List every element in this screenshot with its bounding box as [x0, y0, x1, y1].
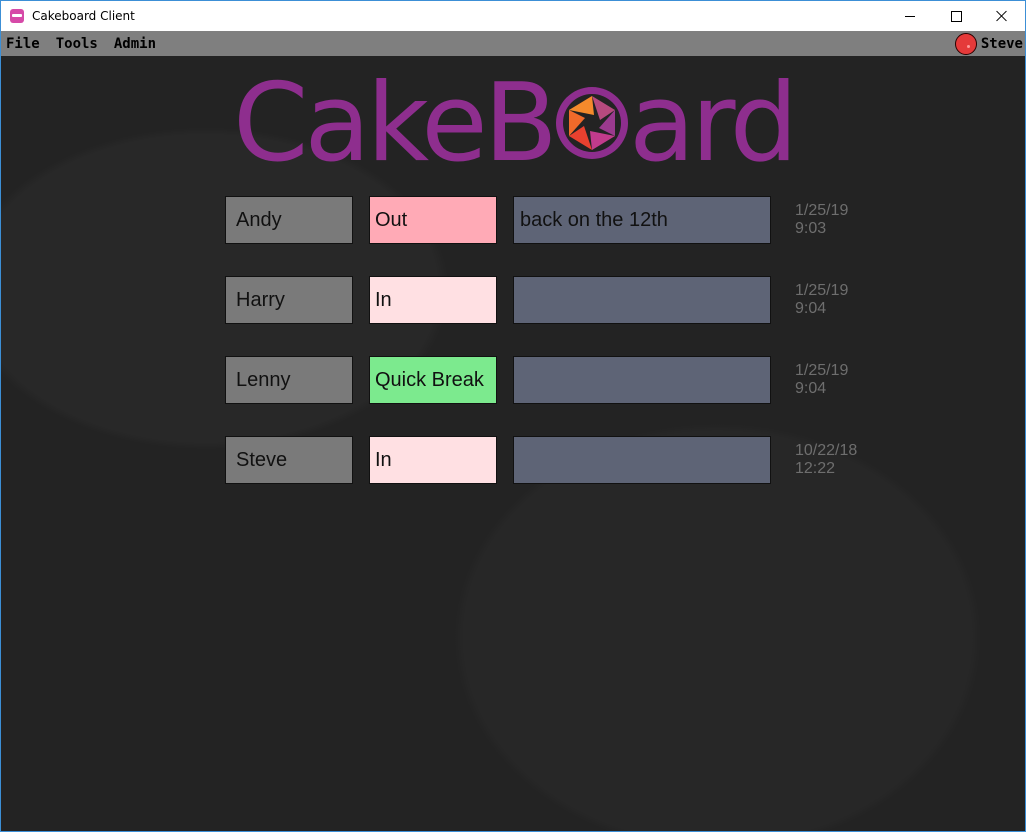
menu-tools[interactable]: Tools	[56, 36, 98, 52]
window-title: Cakeboard Client	[32, 9, 135, 23]
minimize-button[interactable]	[887, 1, 933, 31]
title-bar: Cakeboard Client	[1, 1, 1025, 31]
user-name: Steve	[980, 35, 1023, 52]
menu-admin[interactable]: Admin	[114, 36, 156, 52]
menu-bar: File Tools Admin Steve	[1, 31, 1025, 56]
timestamp: 1/25/19 9:04	[795, 282, 849, 317]
status-button[interactable]: Quick Break	[369, 356, 497, 404]
note-field[interactable]: back on the 12th	[513, 196, 771, 244]
close-button[interactable]	[979, 1, 1025, 31]
logo-text-b: B	[484, 68, 554, 168]
name-cell: Andy	[225, 196, 353, 244]
timestamp: 10/22/18 12:22	[795, 442, 858, 477]
window-controls	[887, 1, 1025, 31]
aperture-icon	[556, 87, 628, 159]
note-field[interactable]	[513, 436, 771, 484]
cakeboard-logo: CakeB ard	[233, 68, 793, 168]
board-area: CakeB ard Andy Out back on the 12th 1/25…	[1, 56, 1025, 831]
timestamp: 1/25/19 9:04	[795, 362, 849, 397]
name-cell: Harry	[225, 276, 353, 324]
status-button[interactable]: In	[369, 276, 497, 324]
maximize-button[interactable]	[933, 1, 979, 31]
name-cell: Lenny	[225, 356, 353, 404]
maximize-icon	[950, 10, 962, 22]
status-button[interactable]: In	[369, 436, 497, 484]
status-button[interactable]: Out	[369, 196, 497, 244]
note-field[interactable]	[513, 356, 771, 404]
user-menu[interactable]: Steve	[954, 31, 1023, 56]
timestamp: 1/25/19 9:03	[795, 202, 849, 237]
close-icon	[996, 10, 1008, 22]
note-field[interactable]	[513, 276, 771, 324]
menu-file[interactable]: File	[6, 36, 40, 52]
app-window: Cakeboard Client File Tools Admin Steve	[0, 0, 1026, 832]
logo-text-cake: Cake	[233, 68, 484, 168]
app-icon	[10, 9, 24, 23]
logo-text-ard: ard	[629, 68, 793, 168]
user-status-icon	[954, 32, 977, 55]
svg-text:CakeB: CakeB	[233, 68, 554, 168]
minimize-icon	[905, 15, 915, 17]
name-cell: Steve	[225, 436, 353, 484]
